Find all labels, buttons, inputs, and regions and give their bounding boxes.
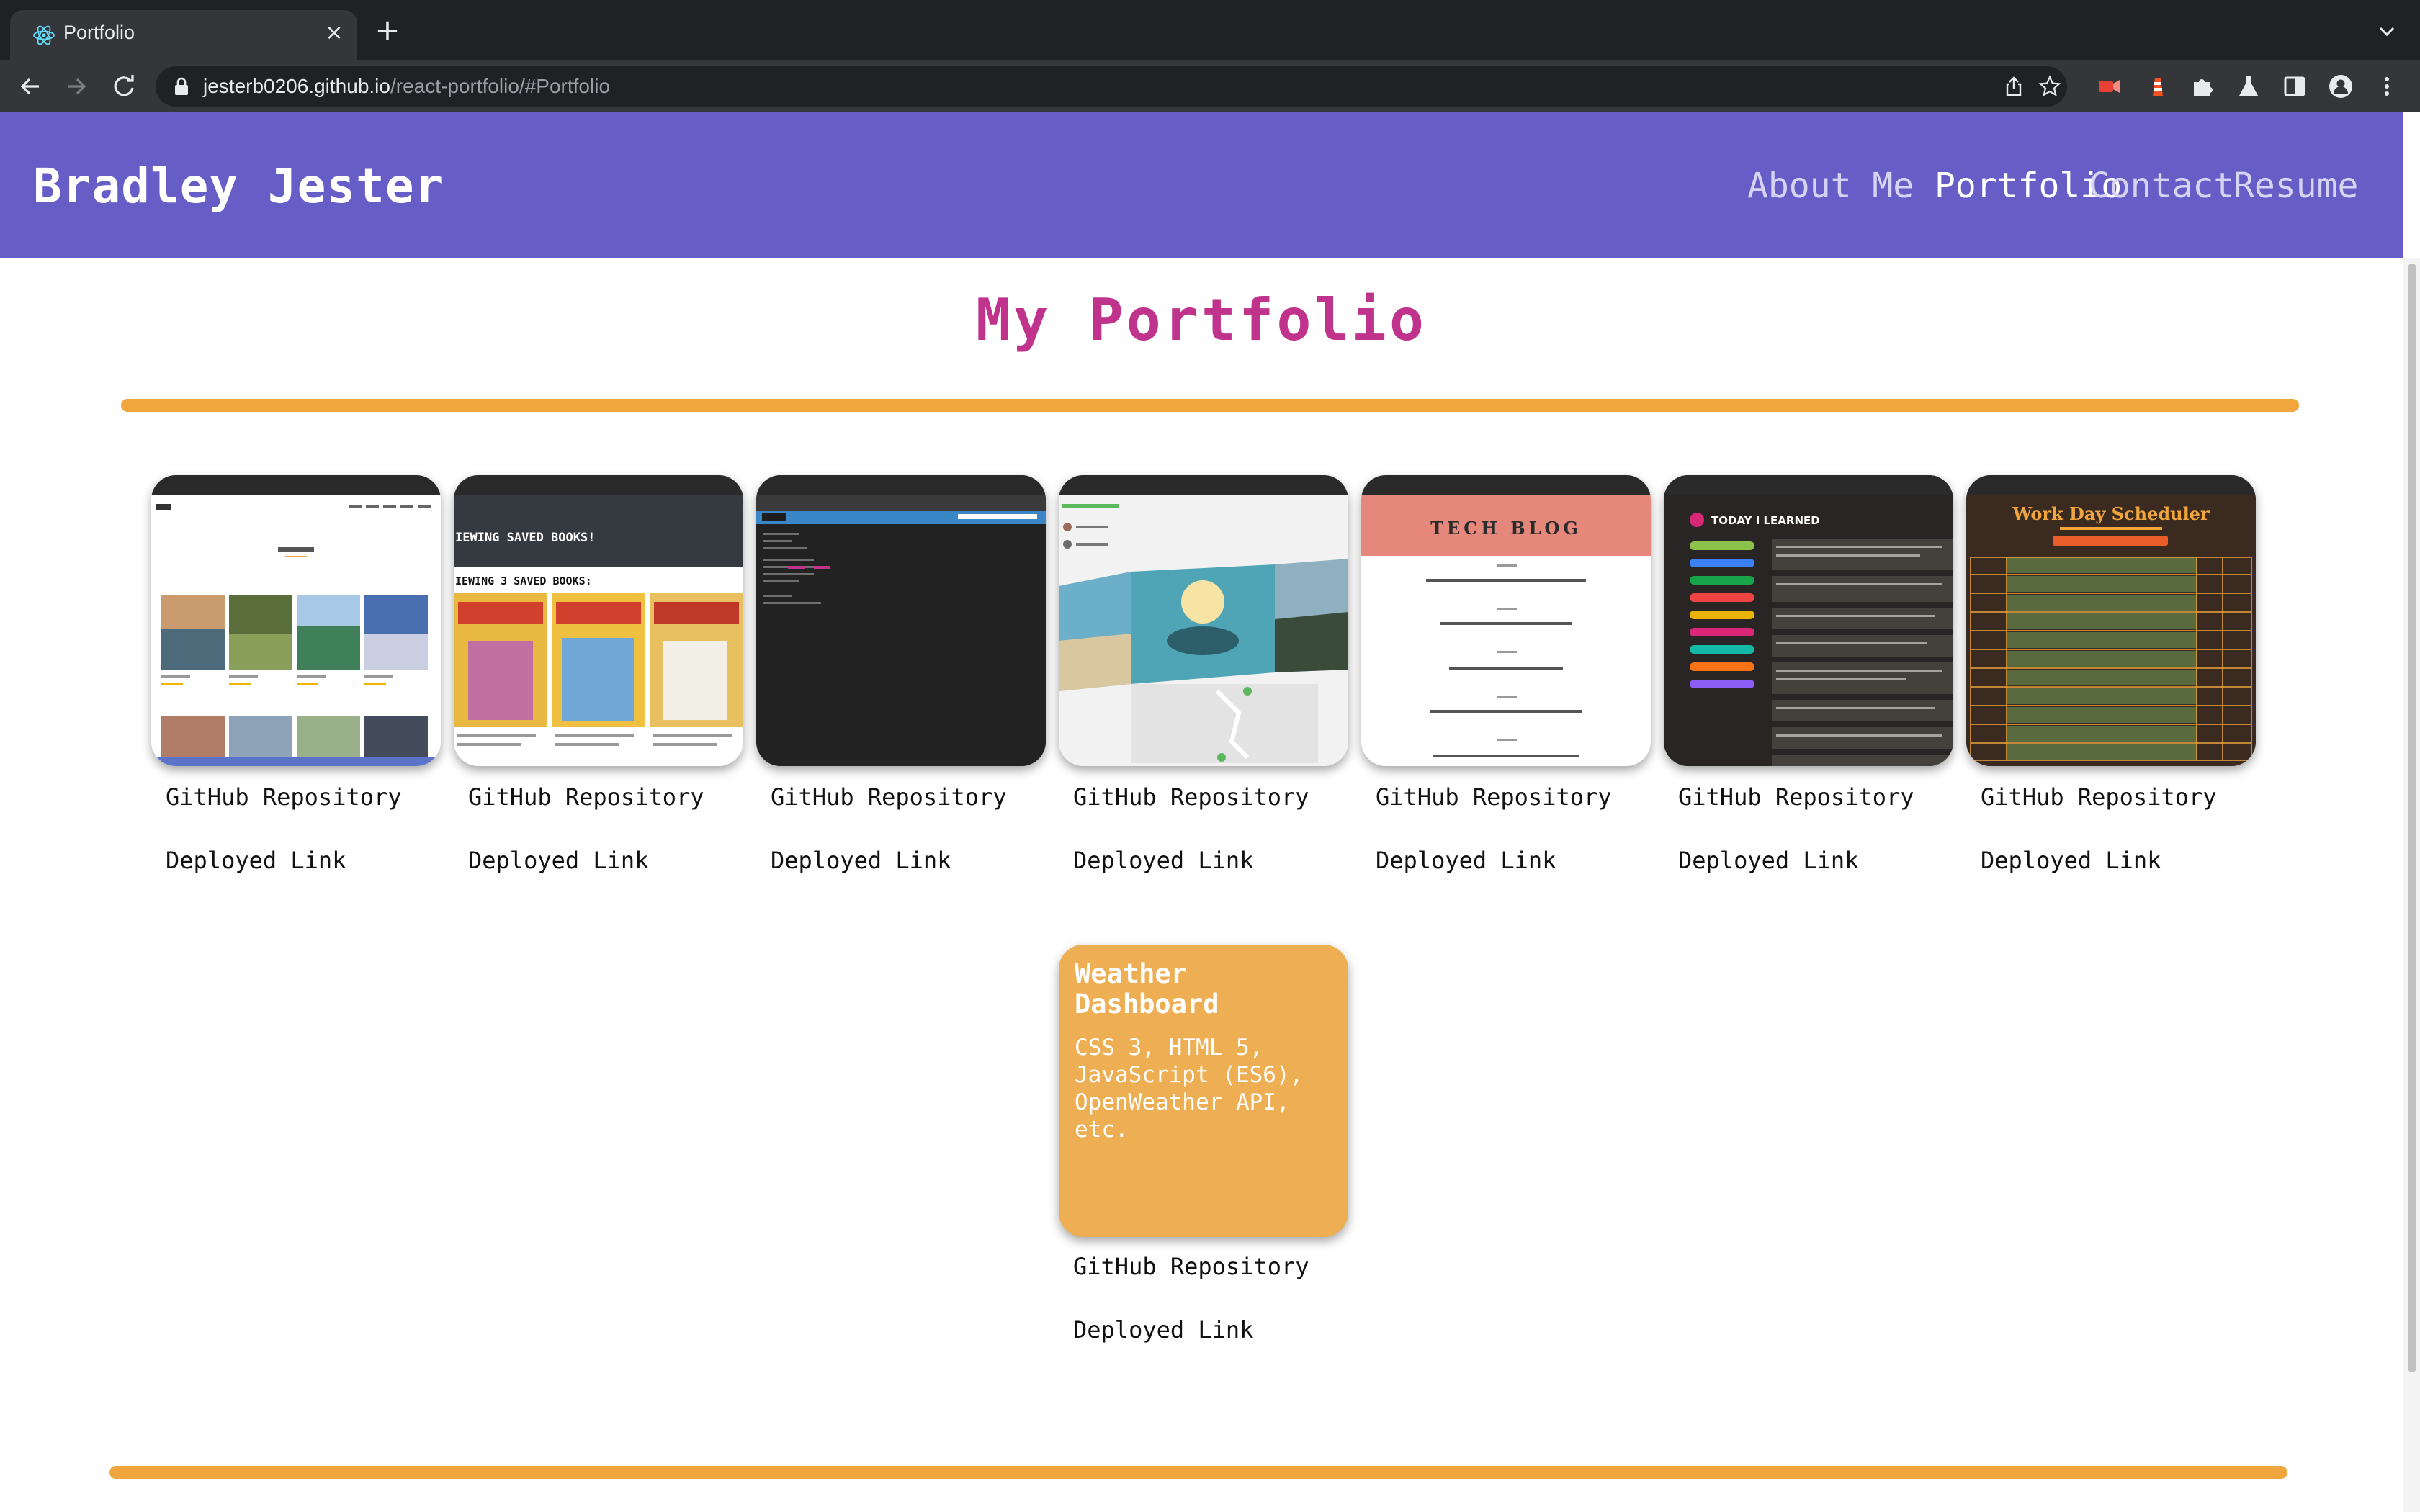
top-divider <box>121 399 2299 412</box>
page-scrollbar[interactable] <box>2403 258 2420 1512</box>
project-thumbnail-book-search[interactable]: IEWING SAVED BOOKS! IEWING 3 SAVED BOOKS… <box>454 475 743 766</box>
site-brand[interactable]: Bradley Jester <box>33 158 444 214</box>
side-panel-icon[interactable] <box>2282 73 2308 99</box>
project-6-deployed-link[interactable]: Deployed Link <box>1678 847 1858 874</box>
project-8-github-link[interactable]: GitHub Repository <box>1073 1253 1309 1280</box>
back-arrow-icon[interactable] <box>14 71 46 102</box>
address-bar[interactable]: jesterb0206.github.io/react-portfolio/#P… <box>156 66 2067 107</box>
forward-arrow-icon[interactable] <box>60 71 92 102</box>
project-4-github-link[interactable]: GitHub Repository <box>1073 783 1309 811</box>
browser-menu-icon[interactable] <box>2374 73 2400 99</box>
svg-text:TODAY I LEARNED: TODAY I LEARNED <box>1711 514 1820 527</box>
project-1-deployed-link[interactable]: Deployed Link <box>166 847 346 874</box>
lock-icon[interactable] <box>173 76 190 96</box>
browser-toolbar: jesterb0206.github.io/react-portfolio/#P… <box>0 60 2420 112</box>
extension-lighthouse-icon[interactable] <box>2145 73 2171 99</box>
tab-search-chevron-icon[interactable] <box>2374 19 2400 45</box>
scrollbar-thumb[interactable] <box>2408 264 2416 1372</box>
svg-text:Work Day Scheduler: Work Day Scheduler <box>2012 503 2210 524</box>
project-3-deployed-link[interactable]: Deployed Link <box>771 847 951 874</box>
project-4-deployed-link[interactable]: Deployed Link <box>1073 847 1253 874</box>
svg-text:IEWING 3 SAVED BOOKS:: IEWING 3 SAVED BOOKS: <box>455 575 592 588</box>
browser-tab-strip: Portfolio × + <box>0 0 2420 60</box>
project-2-github-link[interactable]: GitHub Repository <box>468 783 704 811</box>
nav-about-me[interactable]: About Me <box>1747 166 1914 206</box>
browser-tab-portfolio[interactable]: Portfolio × <box>10 10 357 60</box>
url-host: jesterb0206.github.io <box>203 75 390 97</box>
nav-contact[interactable]: Contact <box>2089 166 2234 206</box>
project-5-github-link[interactable]: GitHub Repository <box>1376 783 1612 811</box>
project-7-github-link[interactable]: GitHub Repository <box>1981 783 2217 811</box>
project-thumbnail-today-i-learned[interactable]: TODAY I LEARNED <box>1664 475 1953 766</box>
page-title: My Portfolio <box>976 287 1427 354</box>
project-8-deployed-link[interactable]: Deployed Link <box>1073 1316 1253 1344</box>
project-thumbnail-ecommerce[interactable] <box>151 475 441 766</box>
tab-title: Portfolio <box>63 22 135 43</box>
project-title: Weather Dashboard <box>1075 958 1219 1020</box>
project-2-deployed-link[interactable]: Deployed Link <box>468 847 648 874</box>
nav-resume[interactable]: Resume <box>2233 166 2358 206</box>
project-5-deployed-link[interactable]: Deployed Link <box>1376 847 1556 874</box>
react-favicon-icon <box>33 25 55 45</box>
project-6-github-link[interactable]: GitHub Repository <box>1678 783 1914 811</box>
project-3-github-link[interactable]: GitHub Repository <box>771 783 1007 811</box>
labs-flask-icon[interactable] <box>2236 73 2262 99</box>
bottom-divider <box>109 1466 2287 1479</box>
project-thumbnail-work-day-scheduler[interactable]: Work Day Scheduler <box>1966 475 2256 766</box>
reload-icon[interactable] <box>108 71 140 102</box>
project-thumbnail-tech-blog[interactable]: TECH BLOG <box>1361 475 1651 766</box>
new-tab-icon[interactable]: + <box>372 15 403 48</box>
tab-close-icon[interactable]: × <box>320 19 349 48</box>
project-1-github-link[interactable]: GitHub Repository <box>166 783 402 811</box>
profile-avatar-icon[interactable] <box>2328 73 2354 99</box>
extensions-puzzle-icon[interactable] <box>2190 73 2215 99</box>
svg-text:TECH BLOG: TECH BLOG <box>1430 518 1582 539</box>
project-thumbnail-text-editor[interactable] <box>756 475 1046 766</box>
project-thumbnail-tour-guides[interactable] <box>1059 475 1348 766</box>
site-header: Bradley Jester About Me Portfolio Contac… <box>0 112 2403 258</box>
share-icon[interactable] <box>2002 75 2025 98</box>
bookmark-star-icon[interactable] <box>2038 75 2061 98</box>
url-path: /react-portfolio/#Portfolio <box>390 75 611 97</box>
project-tech-stack: CSS 3, HTML 5, JavaScript (ES6), OpenWea… <box>1075 1035 1304 1143</box>
project-7-deployed-link[interactable]: Deployed Link <box>1981 847 2161 874</box>
extension-recorder-icon[interactable] <box>2096 73 2122 99</box>
url-text: jesterb0206.github.io/react-portfolio/#P… <box>203 75 610 98</box>
svg-text:IEWING SAVED BOOKS!: IEWING SAVED BOOKS! <box>455 531 595 545</box>
project-card-weather-dashboard[interactable]: Weather Dashboard CSS 3, HTML 5, JavaScr… <box>1059 945 1348 1237</box>
